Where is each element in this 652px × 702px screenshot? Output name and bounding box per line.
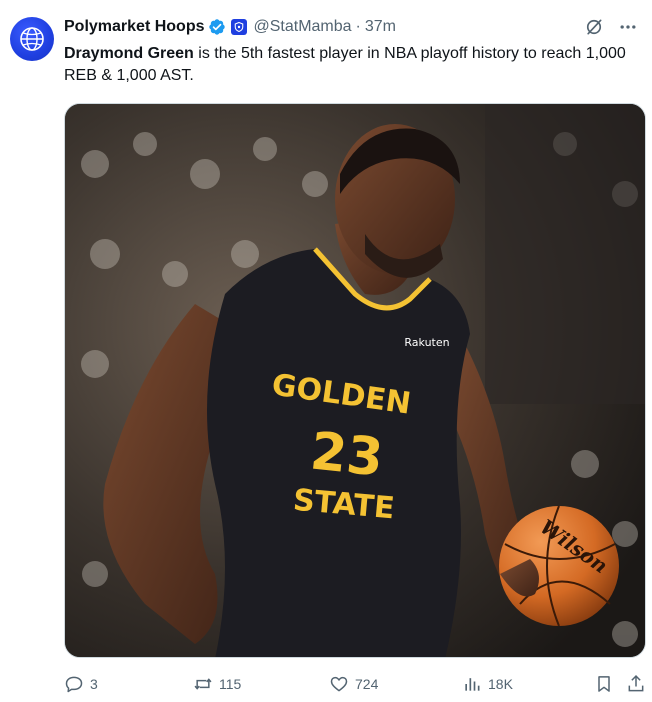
photo-draymond-green: GOLDEN 23 STATE Rakuten Wilson — [65, 104, 645, 657]
repost-icon — [194, 678, 212, 690]
bookmark-icon — [598, 676, 610, 692]
author-name[interactable]: Polymarket Hoops — [64, 18, 204, 36]
tweet-photo[interactable]: GOLDEN 23 STATE Rakuten Wilson — [64, 103, 646, 658]
heart-icon — [330, 676, 348, 692]
jersey-sponsor-text: Rakuten — [404, 336, 449, 349]
reply-button[interactable]: 3 — [64, 674, 98, 694]
views-chart-icon — [465, 678, 480, 691]
tweet-text-mention: Draymond Green — [64, 45, 194, 62]
author-avatar[interactable] — [10, 17, 54, 61]
jersey-number-text: 23 — [308, 421, 386, 488]
verified-badge-icon[interactable] — [208, 18, 226, 36]
share-icon — [628, 675, 644, 692]
like-button[interactable]: 724 — [329, 674, 378, 694]
author-handle[interactable]: @StatMamba — [253, 18, 351, 36]
bookmark-button[interactable] — [594, 674, 620, 694]
tweet-text: Draymond Green is the 5th fastest player… — [64, 43, 639, 87]
views-count: 18K — [488, 676, 513, 692]
affiliate-badge-icon[interactable] — [231, 19, 248, 35]
reply-count: 3 — [90, 676, 98, 692]
more-options-icon[interactable] — [618, 17, 638, 37]
repost-button[interactable]: 115 — [193, 674, 241, 694]
separator-dot: · — [355, 18, 361, 35]
like-count: 724 — [355, 676, 379, 692]
tweet-header: Polymarket Hoops @StatMamba · 37m — [64, 16, 638, 38]
tweet[interactable]: Polymarket Hoops @StatMamba · 37m Draymo… — [0, 0, 652, 702]
tweet-time[interactable]: 37m — [365, 18, 396, 36]
reply-icon — [65, 676, 83, 693]
basketball-globe-icon — [20, 27, 44, 51]
repost-count: 115 — [219, 676, 242, 692]
share-button[interactable] — [626, 674, 652, 694]
grok-slash-icon[interactable] — [584, 17, 604, 37]
tweet-actions: 3 115 724 18K — [64, 672, 646, 696]
views-button[interactable]: 18K — [462, 674, 513, 694]
